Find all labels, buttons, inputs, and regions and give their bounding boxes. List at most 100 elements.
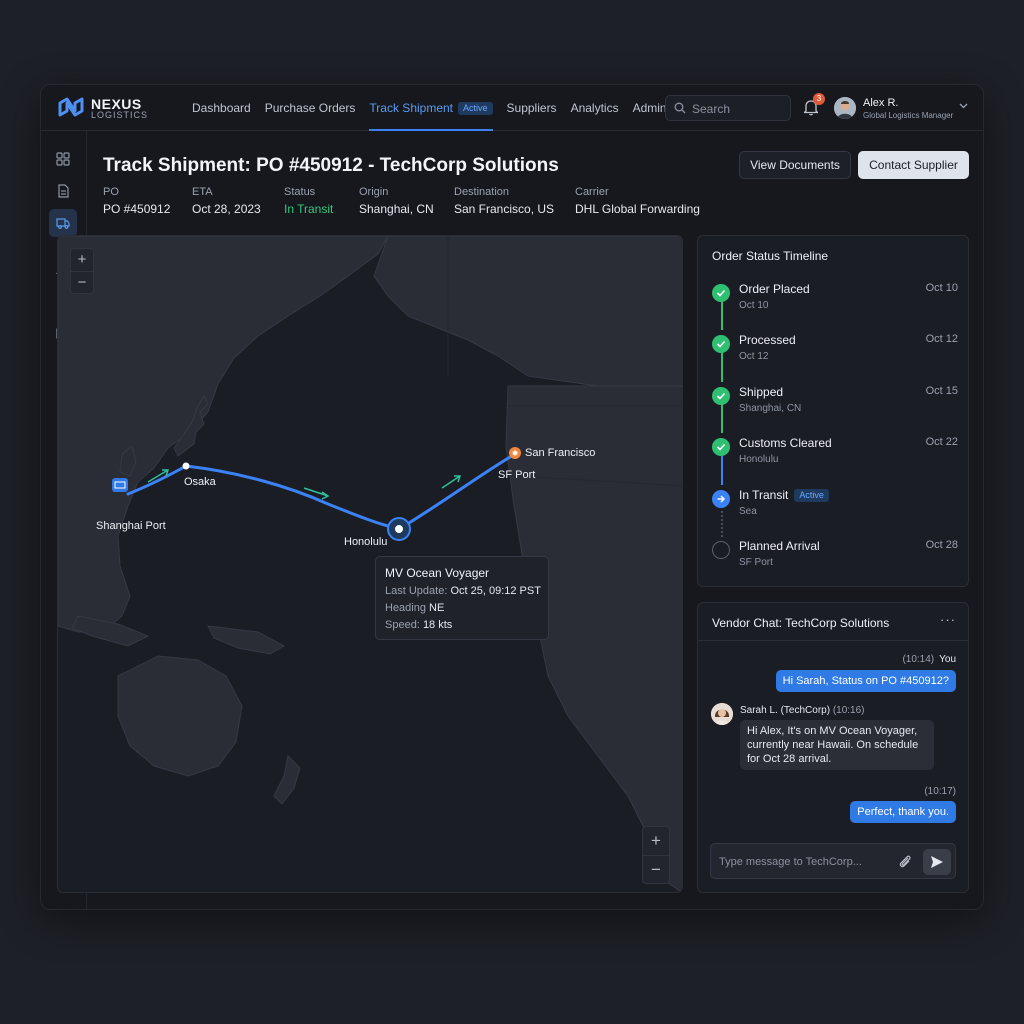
- chevron-down-icon[interactable]: [959, 103, 968, 109]
- user-role: Global Logistics Manager: [863, 111, 954, 120]
- truck-icon: [56, 218, 70, 229]
- meta-eta-value: Oct 28, 2023: [192, 202, 261, 216]
- map-label-shanghai-port: Shanghai Port: [96, 520, 166, 532]
- zoom-in-button[interactable]: +: [643, 827, 669, 855]
- nav-dashboard-label: Dashboard: [192, 101, 251, 115]
- vessel-name: MV Ocean Voyager: [385, 566, 490, 580]
- nav-suppliers[interactable]: Suppliers: [500, 85, 564, 131]
- chat-composer: [710, 843, 956, 879]
- arrow-right-icon: [712, 490, 730, 508]
- send-button[interactable]: [923, 849, 951, 875]
- shipment-map[interactable]: + − + − Shanghai Port Osaka Honolulu San…: [57, 235, 683, 893]
- meta-carrier: Carrier DHL Global Forwarding: [575, 186, 700, 216]
- empty-circle-icon: [712, 541, 730, 559]
- vessel-heading: Heading NE: [385, 602, 539, 614]
- vessel-heading-label: Heading: [385, 602, 426, 614]
- timeline-title: Order Status Timeline: [712, 249, 829, 263]
- user-name[interactable]: Alex R.: [863, 97, 898, 109]
- rail-documents-button[interactable]: [49, 177, 77, 205]
- nexus-logo-icon: [58, 97, 84, 117]
- meta-po-value: PO #450912: [103, 202, 171, 216]
- vessel-last-update: Last Update: Oct 25, 09:12 PST: [385, 585, 541, 597]
- timeline-step-customs-cleared: Customs Cleared Honolulu Oct 22: [712, 436, 958, 476]
- nav-purchase-orders[interactable]: Purchase Orders: [258, 85, 363, 131]
- check-icon: [712, 387, 730, 405]
- sarah-avatar-image: [711, 703, 733, 725]
- timeline-step-date: Oct 12: [925, 333, 958, 345]
- timeline-step-name: Customs Cleared: [739, 436, 832, 450]
- message-input[interactable]: [719, 853, 889, 871]
- user-avatar-image: [834, 97, 856, 119]
- meta-eta: ETA Oct 28, 2023: [192, 186, 261, 216]
- vessel-info-card: MV Ocean Voyager Last Update: Oct 25, 09…: [375, 556, 549, 640]
- nav-dashboard[interactable]: Dashboard: [185, 85, 258, 131]
- order-status-timeline: Order Status Timeline Order Placed Oct 1…: [697, 235, 969, 587]
- paperclip-icon[interactable]: [897, 853, 913, 869]
- active-badge: Active: [794, 489, 829, 502]
- nav-analytics-label: Analytics: [570, 101, 619, 115]
- meta-origin-label: Origin: [359, 186, 389, 198]
- asia-landmass: [58, 236, 389, 633]
- meta-eta-label: ETA: [192, 186, 213, 198]
- message-time: (10:14): [902, 654, 935, 665]
- vessel-last-update-value: Oct 25, 09:12 PST: [450, 585, 541, 597]
- osaka-waypoint: [182, 462, 190, 470]
- route-direction-arrow-3: [441, 475, 462, 489]
- chat-title: Vendor Chat: TechCorp Solutions: [712, 616, 890, 630]
- timeline-step-date: Oct 15: [925, 385, 958, 397]
- message-meta: (10:17): [924, 786, 956, 797]
- grid-icon: [56, 152, 70, 166]
- meta-carrier-value: DHL Global Forwarding: [575, 202, 700, 216]
- timeline-step-name: In Transit Active: [739, 488, 829, 502]
- user-avatar[interactable]: [834, 97, 856, 119]
- timeline-step-planned-arrival: Planned Arrival SF Port Oct 28: [712, 539, 958, 579]
- chat-header: Vendor Chat: TechCorp Solutions ···: [698, 603, 968, 641]
- vessel-position-marker: [395, 525, 403, 533]
- rail-shipments-button[interactable]: [49, 209, 77, 237]
- nav-analytics[interactable]: Analytics: [564, 85, 626, 131]
- check-icon: [712, 284, 730, 302]
- zoom-in-button[interactable]: +: [71, 249, 93, 271]
- map-zoom-controls-bottom: + −: [642, 826, 670, 884]
- vessel-speed: Speed: 18 kts: [385, 619, 539, 631]
- shanghai-port-marker: [112, 478, 128, 492]
- page-title: Track Shipment: PO #450912 - TechCorp So…: [103, 155, 559, 176]
- vessel-speed-value: 18 kts: [422, 619, 453, 631]
- timeline-step-shipped: Shipped Shanghai, CN Oct 15: [712, 385, 958, 425]
- timeline-step-date: Oct 10: [925, 282, 958, 294]
- map-canvas: [58, 236, 682, 892]
- timeline-step-detail: Sea: [739, 506, 757, 517]
- zoom-out-button[interactable]: −: [643, 855, 669, 883]
- timeline-step-order-placed: Order Placed Oct 10 Oct 10: [712, 282, 958, 322]
- timeline-step-detail: SF Port: [739, 557, 773, 568]
- app-window: NEXUS LOGISTICS Dashboard Purchase Order…: [40, 84, 984, 910]
- timeline-step-detail: Oct 10: [739, 300, 769, 311]
- nav-track-shipment[interactable]: Track Shipment Active: [362, 85, 499, 131]
- timeline-step-in-transit: In Transit Active Sea: [712, 488, 958, 528]
- meta-status-label: Status: [284, 186, 316, 198]
- view-documents-button[interactable]: View Documents: [739, 151, 851, 179]
- vessel-last-update-label: Last Update:: [385, 585, 448, 597]
- timeline-step-processed: Processed Oct 12 Oct 12: [712, 333, 958, 373]
- timeline-step-name: Processed: [739, 333, 796, 347]
- contact-supplier-button[interactable]: Contact Supplier: [858, 151, 969, 179]
- nav-purchase-orders-label: Purchase Orders: [264, 101, 356, 115]
- rail-dashboard-button[interactable]: [49, 145, 77, 173]
- new-guinea-landmass: [207, 625, 286, 655]
- more-options-icon[interactable]: ···: [940, 612, 956, 627]
- meta-po-label: PO: [103, 186, 119, 198]
- notifications-button[interactable]: 3: [803, 93, 825, 118]
- meta-status: Status In Transit: [284, 186, 333, 216]
- meta-origin: Origin Shanghai, CN: [359, 186, 434, 216]
- search-input[interactable]: [692, 100, 784, 117]
- meta-carrier-label: Carrier: [575, 186, 609, 198]
- timeline-step-detail: Honolulu: [739, 454, 779, 465]
- message-bubble-outgoing: Hi Sarah, Status on PO #450912?: [775, 670, 956, 692]
- brand-logo[interactable]: NEXUS LOGISTICS: [57, 95, 177, 123]
- zoom-out-button[interactable]: −: [71, 271, 93, 293]
- timeline-step-date: Oct 22: [925, 436, 958, 448]
- main-nav: Dashboard Purchase Orders Track Shipment…: [185, 85, 674, 131]
- meta-po: PO PO #450912: [103, 186, 170, 216]
- message-bubble-outgoing: Perfect, thank you.: [850, 801, 956, 823]
- new-zealand-landmass: [273, 754, 301, 805]
